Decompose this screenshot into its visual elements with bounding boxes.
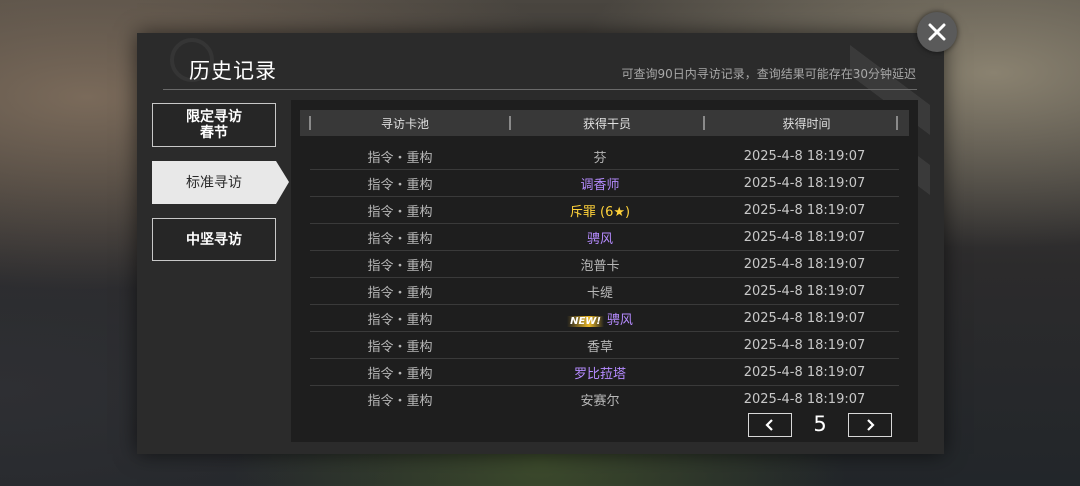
operator-name: 骋风 bbox=[586, 231, 613, 247]
cell-pool: 指令・重构 bbox=[367, 394, 433, 409]
table-row: 指令・重构 罗比菈塔 2025-4-8 18:19:07 bbox=[310, 359, 899, 386]
page-subtitle: 可查询90日内寻访记录，查询结果可能存在30分钟延迟 bbox=[621, 67, 916, 81]
operator-name: 调香师 bbox=[580, 177, 620, 193]
table-row: 指令・重构 泡普卡 2025-4-8 18:19:07 bbox=[310, 251, 899, 278]
sidebar-item-label: 标准寻访 bbox=[186, 174, 242, 191]
cell-time: 2025-4-8 18:19:07 bbox=[743, 256, 866, 272]
page-number: 5 bbox=[813, 412, 827, 436]
operator-name: 卡缇 bbox=[586, 285, 613, 301]
table-body: 指令・重构芬 2025-4-8 18:19:07 指令・重构 调香师 2025-4-8 … bbox=[310, 143, 899, 413]
cell-operator: 罗比菈塔 bbox=[490, 363, 710, 382]
table-row: 指令・重构 骋风 2025-4-8 18:19:07 bbox=[310, 224, 899, 251]
cell-time: 2025-4-8 18:19:07 bbox=[743, 392, 866, 407]
chevron-right-icon bbox=[867, 419, 875, 431]
sidebar-item-label: 限定寻访 春节 bbox=[186, 109, 242, 141]
table-row: 指令・重构 安赛尔 2025-4-8 18:19:07 bbox=[310, 386, 899, 413]
cell-operator: 香草 bbox=[490, 336, 710, 355]
table-header: 寻访卡池 获得干员 获得时间 bbox=[300, 110, 909, 136]
table-row: 指令・重构 香草 2025-4-8 18:19:07 bbox=[310, 332, 899, 359]
cell-operator: 安赛尔 bbox=[490, 390, 710, 409]
cell-pool: 指令・重构 bbox=[367, 204, 433, 220]
cell-time: 2025-4-8 18:19:07 bbox=[743, 175, 866, 191]
close-button[interactable] bbox=[917, 12, 957, 52]
table-row: 指令・重构 卡缇 2025-4-8 18:19:07 bbox=[310, 278, 899, 305]
cell-operator: 芬 bbox=[490, 147, 710, 166]
cell-pool: 指令・重构 bbox=[367, 231, 433, 247]
cell-operator: 调香师 bbox=[490, 174, 710, 193]
prev-page-button[interactable] bbox=[748, 413, 792, 437]
sidebar-item-standard[interactable]: 标准寻访 bbox=[152, 161, 276, 204]
cell-operator: 泡普卡 bbox=[490, 255, 710, 274]
cell-pool: 指令・重构 bbox=[367, 339, 433, 355]
operator-name: 罗比菈塔 bbox=[573, 366, 626, 382]
sidebar-item-label: 中坚寻访 bbox=[186, 231, 242, 248]
next-page-button[interactable] bbox=[848, 413, 892, 437]
column-header-pool: 寻访卡池 bbox=[380, 116, 429, 131]
cell-time: 2025-4-8 18:19:07 bbox=[743, 283, 866, 299]
column-header-operator: 获得干员 bbox=[582, 116, 631, 131]
header-separator bbox=[896, 116, 898, 130]
selected-arrow-icon bbox=[276, 161, 289, 204]
operator-name: 安赛尔 bbox=[580, 394, 620, 409]
cell-time: 2025-4-8 18:19:07 bbox=[743, 229, 866, 245]
cell-pool: 指令・重构 bbox=[367, 312, 433, 328]
operator-name: 斥罪 (6★) bbox=[569, 204, 631, 220]
close-icon bbox=[928, 23, 946, 41]
table-row: 指令・重构 斥罪 (6★) 2025-4-8 18:19:07 bbox=[310, 197, 899, 224]
table-row: 指令・重构 NEW! 骋风 2025-4-8 18:19:07 bbox=[310, 305, 899, 332]
operator-name: 香草 bbox=[586, 339, 613, 355]
sidebar-item-core[interactable]: 中坚寻访 bbox=[152, 218, 276, 261]
column-header-time: 获得时间 bbox=[782, 116, 831, 131]
page-title: 历史记录 bbox=[189, 59, 277, 83]
table-row: 指令・重构 芬 2025-4-8 18:19:07 bbox=[310, 143, 899, 170]
cell-time: 2025-4-8 18:19:07 bbox=[743, 148, 866, 164]
cell-time: 2025-4-8 18:19:07 bbox=[743, 364, 866, 380]
cell-time: 2025-4-8 18:19:07 bbox=[743, 310, 866, 326]
cell-time: 2025-4-8 18:19:07 bbox=[743, 337, 866, 353]
cell-pool: 指令・重构 bbox=[367, 366, 433, 382]
chevron-left-icon bbox=[765, 419, 773, 431]
cell-operator: 斥罪 (6★) bbox=[490, 201, 710, 220]
cell-operator: 卡缇 bbox=[490, 282, 710, 301]
new-badge: NEW! bbox=[567, 315, 604, 327]
cell-operator: NEW! 骋风 bbox=[490, 309, 710, 328]
cell-pool: 指令・重构 bbox=[367, 177, 433, 193]
operator-name: 骋风 bbox=[606, 312, 633, 328]
operator-name: 芬 bbox=[593, 150, 607, 166]
table-row: 指令・重构 调香师 2025-4-8 18:19:07 bbox=[310, 170, 899, 197]
cell-time: 2025-4-8 18:19:07 bbox=[743, 202, 866, 218]
operator-name: 泡普卡 bbox=[580, 258, 620, 274]
cell-operator: 骋风 bbox=[490, 228, 710, 247]
sidebar-item-limited[interactable]: 限定寻访 春节 bbox=[152, 103, 276, 147]
cell-pool: 指令・重构 bbox=[367, 285, 433, 301]
cell-pool: 指令・重构 bbox=[367, 150, 433, 166]
cell-pool: 指令・重构 bbox=[367, 258, 433, 274]
header-divider bbox=[163, 89, 917, 90]
